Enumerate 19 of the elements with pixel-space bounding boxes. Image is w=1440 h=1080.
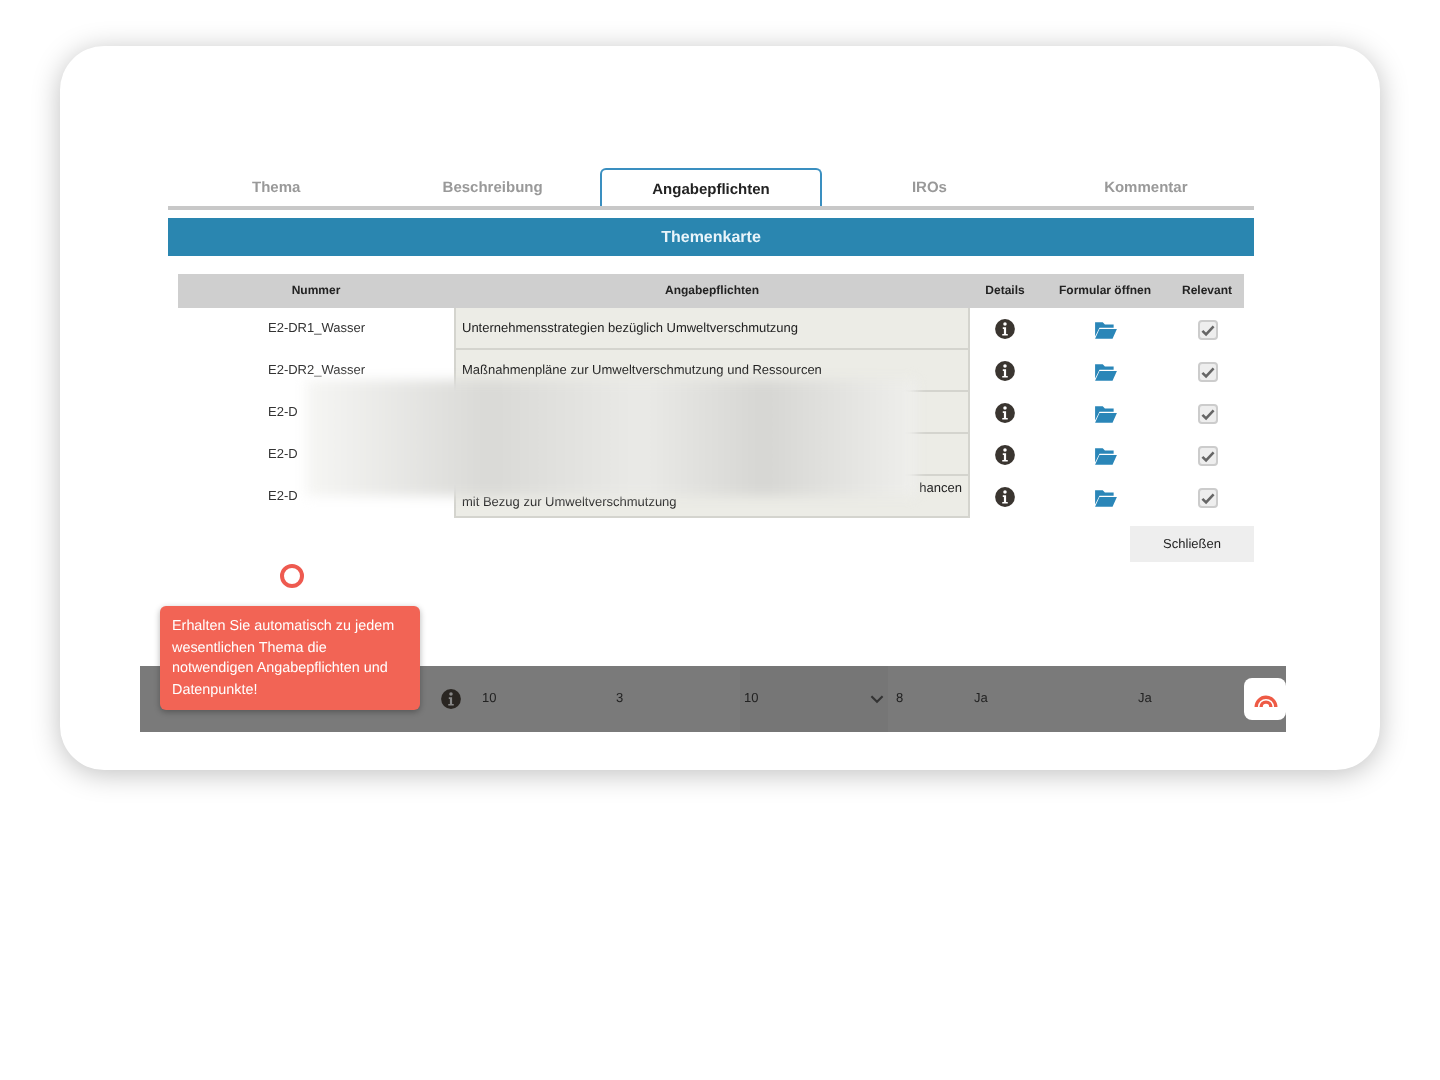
info-icon[interactable] <box>994 486 1016 508</box>
folder-icon[interactable] <box>1093 361 1117 381</box>
logo-button[interactable] <box>1244 678 1286 720</box>
checkbox[interactable] <box>1197 403 1217 423</box>
folder-icon[interactable] <box>1093 403 1117 423</box>
chevron-icon <box>870 694 884 704</box>
checkbox[interactable] <box>1197 361 1217 381</box>
info-icon[interactable] <box>994 402 1016 424</box>
folder-icon[interactable] <box>1093 487 1117 507</box>
hotspot-circle <box>280 564 304 588</box>
checkbox[interactable] <box>1197 319 1217 339</box>
folder-icon[interactable] <box>1093 445 1117 465</box>
folder-icon[interactable] <box>1093 319 1117 339</box>
info-icon[interactable] <box>994 360 1016 382</box>
banner-title: Themenkarte <box>168 218 1254 256</box>
info-icon[interactable] <box>994 318 1016 340</box>
info-icon[interactable] <box>994 444 1016 466</box>
checkbox[interactable] <box>1197 445 1217 465</box>
checkbox[interactable] <box>1197 487 1217 507</box>
